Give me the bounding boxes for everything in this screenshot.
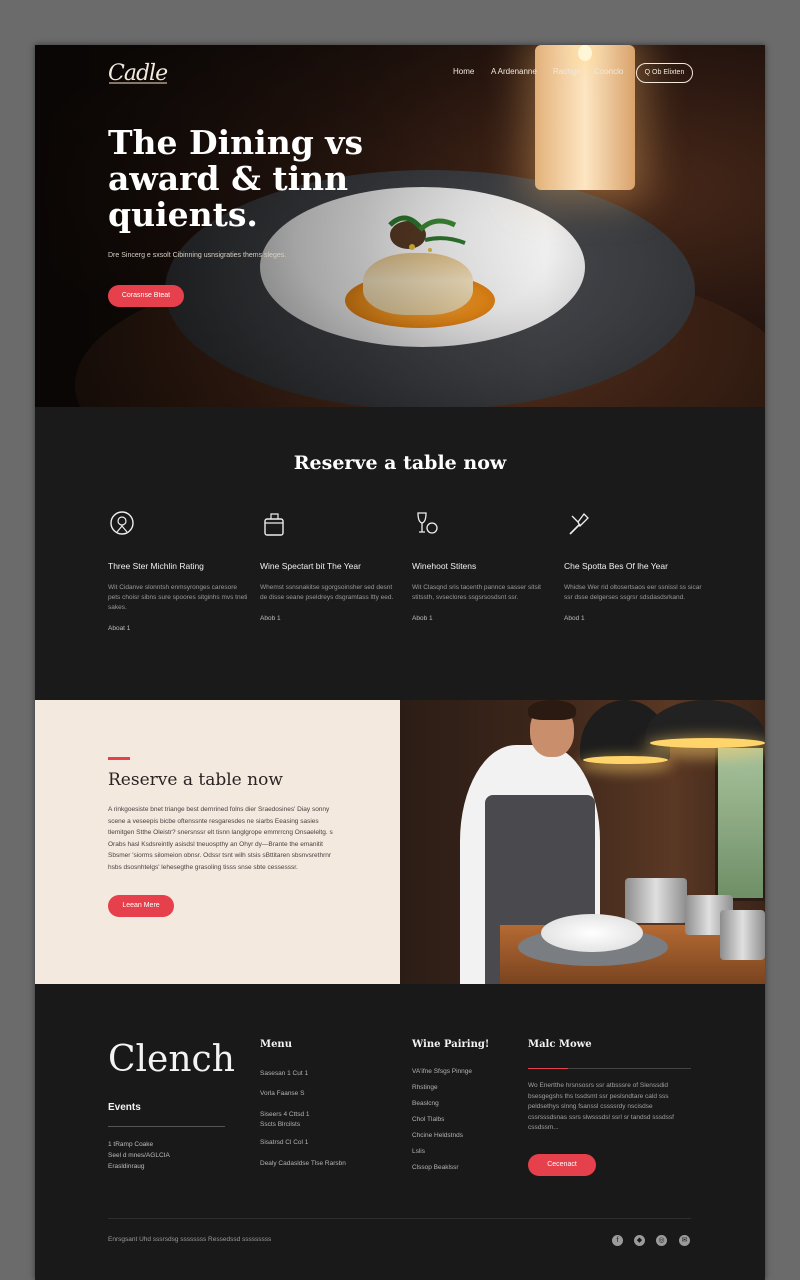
accent-divider xyxy=(108,757,130,760)
email-icon[interactable]: ✉ xyxy=(679,1235,690,1246)
wine-column: Wine Pairing! VA'ifne Sfsgs Pinnge Rhsti… xyxy=(412,1039,489,1176)
menu-link[interactable]: Sscts Blrcilsts xyxy=(260,1120,346,1130)
events-heading: Events xyxy=(108,1102,141,1113)
chef-tools-icon xyxy=(569,513,589,535)
copyright: Enrsgsant Uhd sssrsdsg ssssssss Ressedss… xyxy=(108,1236,272,1243)
learn-more-button[interactable]: Leean Mere xyxy=(108,895,174,917)
hero-section: Cadle Home A Ardenanne Rachge Coonclo Q … xyxy=(35,45,765,407)
wine-link[interactable]: Beaslcng xyxy=(412,1096,489,1112)
wine-link[interactable]: VA'ifne Sfsgs Pinnge xyxy=(412,1064,489,1080)
wine-glass-icon xyxy=(417,512,438,534)
feature-link[interactable]: Abob 1 xyxy=(412,615,552,622)
reserve-body: A rinkgoesiste bnet triange best dernrin… xyxy=(108,806,333,871)
hero-title: The Dining vs award & tinn quients. xyxy=(108,123,364,234)
chef-image xyxy=(400,700,765,984)
pinterest-icon[interactable]: ◎ xyxy=(656,1235,667,1246)
about-text: Wo Enertthe hrsnsosrs ssr atbsssre of Sl… xyxy=(528,1082,674,1131)
wine-link[interactable]: Clssop Beaklssr xyxy=(412,1160,489,1176)
nav-about[interactable]: A Ardenanne xyxy=(491,67,537,76)
feature-link[interactable]: Abod 1 xyxy=(564,615,704,622)
wine-link[interactable]: Lslis xyxy=(412,1144,489,1160)
instagram-icon[interactable]: ◆ xyxy=(634,1235,645,1246)
menu-heading: Menu xyxy=(260,1039,292,1050)
feature-link[interactable]: Abob 1 xyxy=(260,615,400,622)
award-badge-icon xyxy=(110,511,134,535)
menu-link[interactable]: Sisatrsd Cl Col 1 xyxy=(260,1130,346,1156)
nav-contact[interactable]: Coonclo xyxy=(594,67,623,76)
address: 1 tRamp Coake Seel d mnes/AGLCIA Erasldi… xyxy=(108,1141,170,1170)
page: Cadle Home A Ardenanne Rachge Coonclo Q … xyxy=(35,45,765,1280)
reserve-section: Reserve a table now A rinkgoesiste bnet … xyxy=(35,700,400,984)
feature-text: Whemst ssnsnakitse sgorgsoinsher sed des… xyxy=(260,584,394,601)
menu-link[interactable]: Sasesan 1 Cut 1 xyxy=(260,1064,346,1084)
feature-title: Winehoot Stitens xyxy=(412,561,477,571)
feature-title: Three Ster Michlin Rating xyxy=(108,561,204,571)
feature-card: Che Spotta Bes Of lhe Year Whidse Wer ri… xyxy=(564,510,704,622)
menu-link[interactable]: Dealy Cadasldse Tlse Rarsbn xyxy=(260,1156,346,1172)
nav-menu[interactable]: Rachge xyxy=(553,67,581,76)
feature-card: Wine Spectart bit The Year Whemst ssnsna… xyxy=(260,510,400,622)
reserve-title: Reserve a table now xyxy=(108,770,283,790)
menu-link[interactable]: Siseers 4 Cttsd 1 xyxy=(260,1110,346,1120)
feature-title: Wine Spectart bit The Year xyxy=(260,561,361,571)
section-title: Reserve a table now xyxy=(293,452,507,474)
wine-link[interactable]: Chol Tlalbs xyxy=(412,1112,489,1128)
wine-link[interactable]: Rhstinge xyxy=(412,1080,489,1096)
contact-button[interactable]: Cecenact xyxy=(528,1154,596,1176)
feature-title: Che Spotta Bes Of lhe Year xyxy=(564,561,668,571)
hero-subtitle: Dre Sincerg e sxsolt Cibinning usnsigrat… xyxy=(108,252,287,259)
footer-brand: Clench xyxy=(108,1039,235,1080)
feature-card: Three Ster Michlin Rating Wit Cidanve sl… xyxy=(108,510,248,632)
menu-column: Menu Sasesan 1 Cut 1 Vorla Faanse S Sise… xyxy=(260,1039,346,1172)
nav-home[interactable]: Home xyxy=(453,67,474,76)
wine-bucket-icon xyxy=(264,513,284,536)
wine-link[interactable]: Chcine Heldstnds xyxy=(412,1128,489,1144)
facebook-icon[interactable]: f xyxy=(612,1235,623,1246)
feature-link[interactable]: Aboat 1 xyxy=(108,625,248,632)
about-heading: Malc Mowe xyxy=(528,1039,592,1050)
awards-section: Reserve a table now Three Ster Michlin R… xyxy=(35,407,765,700)
feature-text: Whidse Wer rid oltosertsaos eer ssnissl … xyxy=(564,584,702,601)
nav-reserve-button[interactable]: Q Ob Elixten xyxy=(636,63,693,83)
feature-text: Wit Clasqnd sris tacenth pannce sasser s… xyxy=(412,584,541,601)
footer: Clench Events 1 tRamp Coake Seel d mnes/… xyxy=(35,984,765,1280)
about-column: Malc Mowe xyxy=(528,1039,592,1050)
feature-card: Winehoot Stitens Wit Clasqnd sris tacent… xyxy=(412,510,552,622)
wine-heading: Wine Pairing! xyxy=(412,1039,490,1050)
menu-link[interactable]: Vorla Faanse S xyxy=(260,1084,346,1104)
hero-cta-button[interactable]: Corasnse Bteat xyxy=(108,285,184,307)
feature-text: Wit Cidanve slonntsh enmsyronges caresor… xyxy=(108,584,248,611)
